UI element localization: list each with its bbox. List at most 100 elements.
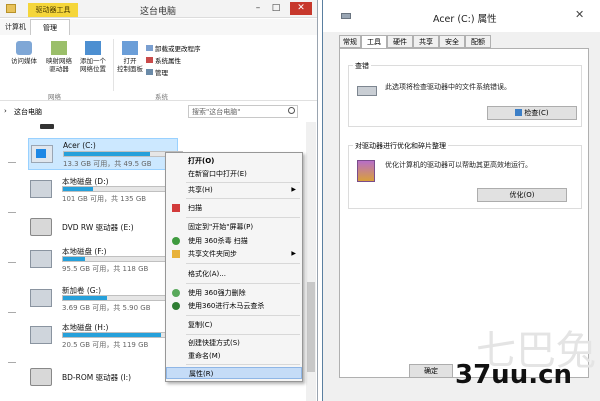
menu-360-scan[interactable]: 使用 360杀毒 扫描 [166,235,302,247]
menu-share-folder-sync-label: 共享文件夹同步 [188,250,237,258]
nav-item[interactable] [8,212,16,213]
menu-separator [186,283,300,284]
system-group-label: 系统 [155,93,168,101]
uninstall-program-item[interactable]: 卸载或更改程序 [146,43,201,55]
bd-rom-drive-icon [30,368,52,386]
menu-pin-start[interactable]: 固定到"开始"屏幕(P) [166,221,302,233]
drive-usage-fill [63,257,86,261]
drive-name: BD-ROM 驱动器 (I:) [62,373,132,382]
drive-name: DVD RW 驱动器 (E:) [62,223,134,232]
menu-copy[interactable]: 复制(C) [166,319,302,331]
add-network-location-button[interactable]: 添加一个 网络位置 [76,41,110,73]
drive-item-h[interactable]: 本地磁盘 (H:) 20.5 GB 可用，共 119 GB [28,320,182,352]
tab-quota[interactable]: 配额 [465,35,491,48]
maximize-button[interactable]: □ [268,2,284,15]
minimize-button[interactable]: – [250,2,266,15]
menu-separator [186,315,300,316]
drive-usage-fill [63,333,161,337]
error-check-description: 此选项将检查驱动器中的文件系统错误。 [385,83,511,91]
drive-icon [341,13,351,19]
control-panel-icon [122,41,138,55]
scrollbar[interactable] [306,122,316,401]
drive-usage-bar [62,332,182,338]
menu-create-shortcut[interactable]: 创建快捷方式(S) [166,337,302,349]
drive-item-i[interactable]: BD-ROM 驱动器 (I:) [28,362,178,394]
menu-share-folder-sync[interactable]: 共享文件夹同步 ▶ [166,248,302,260]
map-drive-button[interactable]: 映射网络 驱动器 [42,41,76,73]
nav-item[interactable] [8,262,16,263]
menu-360-force-delete[interactable]: 使用 360强力删除 [166,287,302,299]
error-check-group: 查错 此选项将检查驱动器中的文件系统错误。 检查(C) [348,61,582,127]
search-icon[interactable] [288,107,295,114]
hard-disk-icon [30,326,52,344]
nav-item[interactable] [8,362,16,363]
navigation-pane [0,122,22,401]
menu-360-scan-label: 使用 360杀毒 扫描 [188,237,248,245]
close-icon[interactable]: ✕ [575,8,584,21]
menu-share-label: 共享(H) [188,186,213,194]
close-button[interactable]: ✕ [290,2,312,15]
drive-tools-tab[interactable]: 驱动器工具 [28,3,78,17]
drive-usage-bar [62,256,182,262]
drive-item-g[interactable]: 新加卷 (G:) 3.69 GB 可用，共 5.90 GB [28,283,182,315]
drive-item-f[interactable]: 本地磁盘 (F:) 95.5 GB 可用，共 118 GB [28,244,182,276]
uninstall-label: 卸载或更改程序 [155,45,201,53]
shield-icon [172,204,180,212]
ok-button[interactable]: 确定 [409,364,453,378]
menu-360-trojan-scan[interactable]: 使用360进行木马云查杀 [166,300,302,312]
up-arrow-icon[interactable]: › [4,107,7,115]
check-button[interactable]: 检查(C) [487,106,577,120]
tab-manage[interactable]: 管理 [30,19,70,35]
force-delete-icon [172,289,180,297]
antivirus-icon [172,237,180,245]
menu-format[interactable]: 格式化(A)... [166,268,302,280]
drive-usage-bar [62,295,182,301]
system-properties-item[interactable]: 系统属性 [146,55,201,67]
open-label2: 控制面板 [117,65,143,73]
optimize-title: 对驱动器进行优化和碎片整理 [353,141,448,151]
hard-disk-icon [30,250,52,268]
ribbon: 访问媒体 映射网络 驱动器 添加一个 网络位置 网络 打开 控制面板 卸载或更改… [0,35,317,101]
nav-item[interactable] [8,162,16,163]
submenu-arrow-icon: ▶ [291,250,296,257]
menu-properties[interactable]: 属性(R) [166,367,302,379]
menu-computer[interactable]: 计算机 [5,22,26,32]
nav-item[interactable] [8,312,16,313]
map-drive-label1: 映射网络 [46,57,72,65]
drive-item-d[interactable]: 本地磁盘 (D:) 101 GB 可用，共 135 GB [28,174,182,206]
tab-general[interactable]: 常规 [339,35,361,48]
menu-open[interactable]: 打开(O) [166,155,302,167]
breadcrumb[interactable]: 这台电脑 [14,107,42,117]
tab-tools[interactable]: 工具 [361,35,387,49]
properties-titlebar: Acer (C:) 属性 ✕ [323,0,600,32]
system-properties-label: 系统属性 [155,57,181,65]
tab-security[interactable]: 安全 [439,35,465,48]
menu-separator [186,217,300,218]
system-properties-icon [146,57,153,63]
explorer-title: 这台电脑 [140,7,177,17]
drive-item-e[interactable]: DVD RW 驱动器 (E:) [28,212,178,244]
drive-icon [40,124,54,129]
context-menu: 打开(O) 在新窗口中打开(E) 共享(H) ▶ 扫描 固定到"开始"屏幕(P) … [165,152,303,382]
access-media-button[interactable]: 访问媒体 [6,41,42,65]
network-location-icon [85,41,101,55]
menu-share[interactable]: 共享(H) ▶ [166,184,302,196]
scroll-thumb[interactable] [307,282,315,372]
tab-sharing[interactable]: 共享 [413,35,439,48]
drive-item-c[interactable]: Acer (C:) 13.3 GB 可用，共 49.5 GB [28,138,183,170]
manage-item[interactable]: 管理 [146,67,201,79]
menu-rename[interactable]: 重命名(M) [166,350,302,362]
media-icon [16,41,32,55]
explorer-menubar: 计算机 管理 [0,19,317,35]
hard-disk-icon [357,86,377,96]
search-input[interactable]: 搜索"这台电脑" [188,105,298,118]
optimize-button[interactable]: 优化(O) [477,188,567,202]
menu-open-new-window[interactable]: 在新窗口中打开(E) [166,168,302,180]
drive-free-space: 13.3 GB 可用，共 49.5 GB [63,160,152,168]
optimize-group: 对驱动器进行优化和碎片整理 优化计算机的驱动器可以帮助其更高效地运行。 优化(O… [348,141,582,209]
drive-name: Acer (C:) [63,141,96,150]
dvd-drive-icon [30,218,52,236]
tab-hardware[interactable]: 硬件 [387,35,413,48]
menu-scan[interactable]: 扫描 [166,202,302,214]
open-control-panel-button[interactable]: 打开 控制面板 [116,41,144,73]
